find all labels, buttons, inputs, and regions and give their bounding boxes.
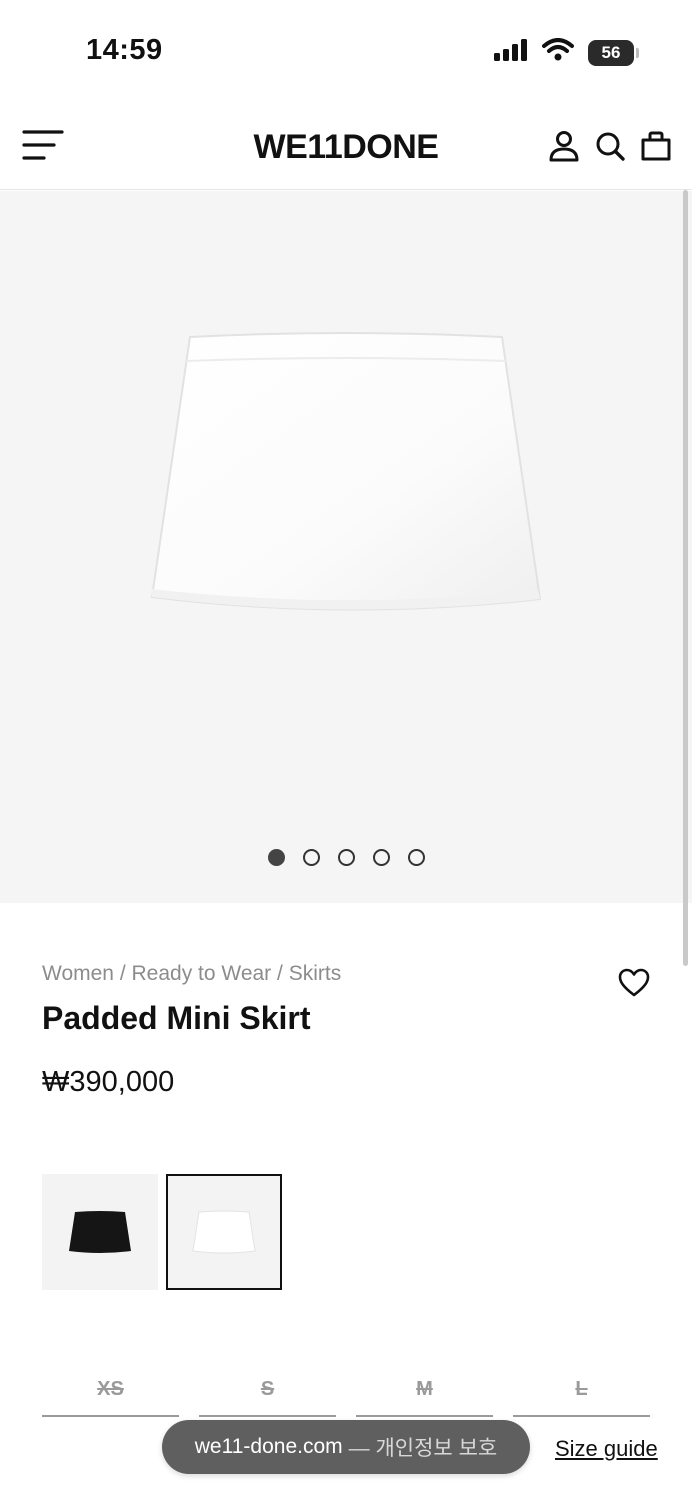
size-guide-link[interactable]: Size guide [555,1436,658,1462]
size-option-l[interactable]: L [513,1372,650,1417]
status-time: 14:59 [86,34,163,66]
product-gallery[interactable] [0,191,692,903]
gallery-pagination [0,849,692,866]
breadcrumb-separator: / [113,962,132,985]
breadcrumb-skirts[interactable]: Skirts [289,962,342,985]
white-skirt-thumbnail [192,1210,256,1254]
gallery-dot[interactable] [267,849,285,866]
black-skirt-thumbnail [69,1211,131,1253]
search-icon[interactable] [594,130,626,162]
wishlist-heart-icon[interactable] [618,968,650,998]
cellular-signal-icon [494,39,528,66]
breadcrumb: Women / Ready to Wear / Skirts [42,962,341,986]
site-header: WE11DONE [0,100,692,190]
gallery-dot[interactable] [302,849,320,866]
address-privacy-label: — 개인정보 보호 [348,1437,498,1460]
breadcrumb-ready-to-wear[interactable]: Ready to Wear [132,962,272,985]
gallery-dot[interactable] [407,849,425,866]
wifi-icon [542,38,574,67]
browser-address-bar[interactable]: we11-done.com — 개인정보 보호 [162,1420,530,1474]
size-option-xs[interactable]: XS [42,1372,179,1417]
swatch-black[interactable] [42,1174,158,1290]
color-swatches [42,1174,282,1290]
page-scrollbar[interactable] [683,190,688,966]
size-option-s[interactable]: S [199,1372,336,1417]
product-price: ₩390,000 [42,1066,175,1098]
shopping-bag-icon[interactable] [640,130,672,162]
status-bar: 14:59 56 [0,0,692,100]
swatch-white[interactable] [166,1174,282,1290]
size-option-m[interactable]: M [356,1372,493,1417]
product-title: Padded Mini Skirt [42,1000,311,1036]
gallery-dot[interactable] [372,849,390,866]
breadcrumb-separator: / [271,962,289,985]
address-url: we11-done.com [194,1435,343,1458]
product-image-white-skirt [148,331,544,615]
size-selector: XS S M L [42,1372,650,1417]
battery-icon: 56 [588,39,639,66]
breadcrumb-women[interactable]: Women [42,962,114,985]
header-actions [548,130,672,162]
account-icon[interactable] [548,130,580,162]
gallery-dot[interactable] [337,849,355,866]
status-icons: 56 [494,38,639,67]
